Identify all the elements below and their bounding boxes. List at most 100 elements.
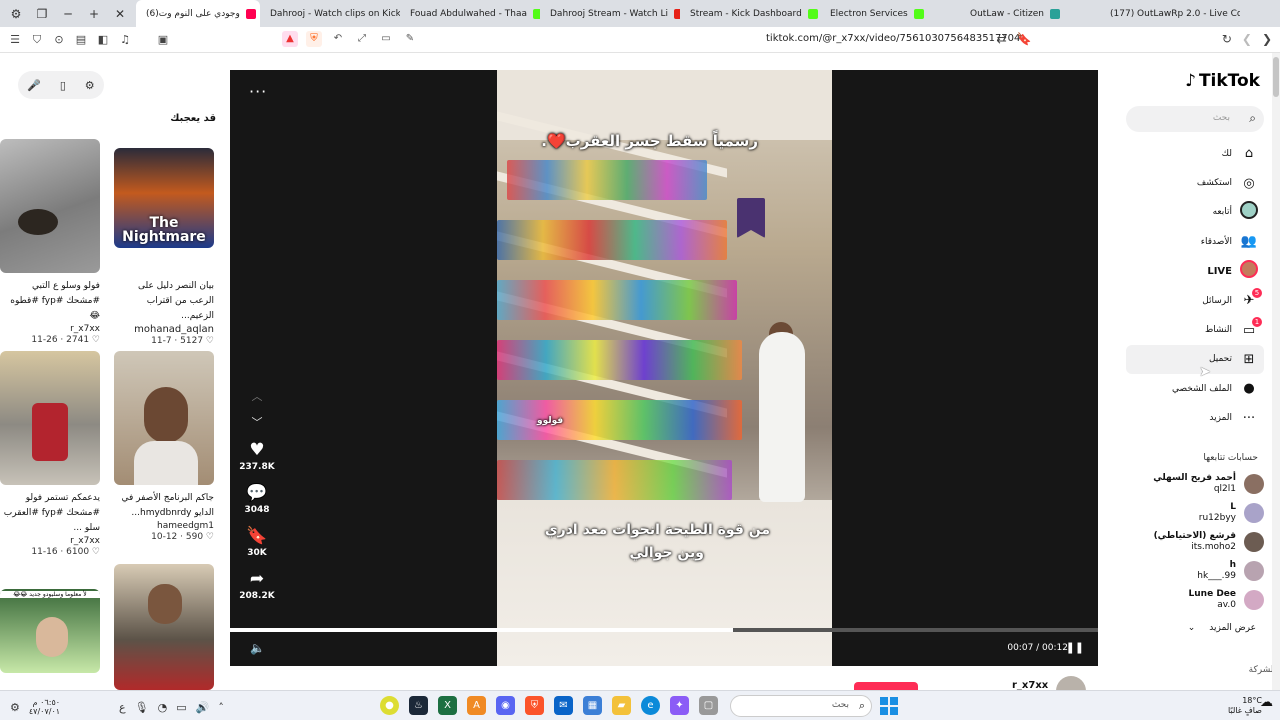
scrollbar[interactable] xyxy=(1272,53,1280,690)
discord-icon[interactable]: ◉ xyxy=(496,696,515,715)
extension-alert-icon[interactable]: ▲ xyxy=(282,31,298,47)
video-caption[interactable]: فولو وسلو ع التبي #مشحك #fyp #قطوه 😂 xyxy=(0,279,100,324)
chrome-icon[interactable]: ● xyxy=(380,696,399,715)
address-bar[interactable]: tiktok.com/@r_x7xx/video/756103075648351… xyxy=(766,33,1020,44)
video-progress-bar[interactable] xyxy=(230,628,1098,632)
scrollbar-thumb[interactable] xyxy=(1273,57,1279,97)
video-thumbnail[interactable] xyxy=(0,139,100,273)
mail-icon[interactable]: ✉ xyxy=(554,696,573,715)
translate-icon[interactable]: ⤢ xyxy=(354,31,370,47)
mic-icon[interactable]: 🎤 xyxy=(27,79,41,92)
video-thumbnail[interactable]: 😂😂 لأ معلوما وسليودو جديد xyxy=(0,589,100,673)
settings-icon[interactable]: ⚙ xyxy=(85,79,95,92)
browser-tab[interactable]: OutLaw - Citizen xyxy=(960,0,1100,27)
video-card[interactable]: The Nightmare بيان النصر دليل على الرعب … xyxy=(114,139,214,346)
video-player[interactable]: ··· رسمياً سقط جسر العقرب❤️. فولوو من قو… xyxy=(230,70,1098,666)
weather-widget[interactable]: 18°C صافٍ غالبًا xyxy=(1228,696,1262,716)
follow-button[interactable] xyxy=(854,682,918,690)
close-tab-icon[interactable]: ✕ xyxy=(110,7,130,21)
video-thumbnail[interactable] xyxy=(114,351,214,485)
sidebar-item-activity[interactable]: النشاط ▭ 1 xyxy=(1126,315,1264,344)
menu-icon[interactable]: ☰ xyxy=(8,33,22,47)
music-icon[interactable]: ♫ xyxy=(118,33,132,47)
video-frame[interactable]: رسمياً سقط جسر العقرب❤️. فولوو من قوة ال… xyxy=(497,70,832,666)
volume-icon[interactable]: 🔈 xyxy=(250,641,265,655)
reader-icon[interactable]: ▤ xyxy=(74,33,88,47)
screen-icon[interactable]: ▭ xyxy=(176,701,186,714)
video-card[interactable]: يدعمكم تستمر فولو #مشحك #fyp #العقرب سلو… xyxy=(0,351,100,557)
window-icon[interactable]: ▢ xyxy=(699,696,718,715)
chevron-up-icon[interactable]: ˄ xyxy=(218,701,224,714)
excel-icon[interactable]: X xyxy=(438,696,457,715)
brave-shield-icon[interactable]: ⛨ xyxy=(306,31,322,47)
video-thumbnail[interactable] xyxy=(114,564,214,690)
sidebar-item-more[interactable]: المزيد ··· xyxy=(1126,404,1264,433)
pause-icon[interactable]: ❚❚ xyxy=(1066,641,1084,654)
browser-tab[interactable]: (177) OutLawRp 2.0 - Live Comm xyxy=(1100,0,1240,27)
back-icon[interactable]: ↶ xyxy=(330,31,346,47)
video-author[interactable]: mohanad_aqlan xyxy=(114,324,214,335)
sidebar-item-profile[interactable]: الملف الشخصي ● xyxy=(1126,374,1264,403)
share-icon[interactable]: ⇄ xyxy=(997,32,1007,46)
phone-icon[interactable]: ▯ xyxy=(60,79,66,92)
search-icon[interactable]: ⌕ xyxy=(1249,111,1256,126)
video-card[interactable]: 😂😂 لأ معلوما وسليودو جديد xyxy=(0,589,100,673)
volume-icon[interactable]: 🔊 xyxy=(196,701,210,714)
copilot-icon[interactable]: ✦ xyxy=(670,696,689,715)
video-caption[interactable]: يدعمكم تستمر فولو #مشحك #fyp #العقرب سلو… xyxy=(0,491,100,536)
reload-icon[interactable]: ↻ xyxy=(1222,32,1232,46)
browser-tab[interactable]: Dahrooj - Watch clips on Kick xyxy=(260,0,400,27)
sidebar-icon[interactable]: ◧ xyxy=(96,33,110,47)
following-account[interactable]: Lune Dee av.0 xyxy=(1126,589,1264,611)
video-thumbnail[interactable]: The Nightmare xyxy=(114,148,214,248)
restore-icon[interactable]: ❐ xyxy=(32,7,52,21)
edge-icon[interactable]: e xyxy=(641,696,660,715)
steam-icon[interactable]: ♨ xyxy=(409,696,428,715)
previous-video-icon[interactable]: ︿ xyxy=(250,384,264,410)
more-options-icon[interactable]: ··· xyxy=(249,82,267,101)
browser-tab[interactable]: Dahrooj Stream - Watch Li xyxy=(540,0,680,27)
nav-forward-icon[interactable]: ❯ xyxy=(1262,32,1272,46)
screen-icon[interactable]: ▭ xyxy=(378,31,394,47)
start-button[interactable] xyxy=(880,697,898,715)
browser-tab[interactable]: Stream - Kick Dashboard xyxy=(680,0,820,27)
sidebar-item-home[interactable]: لك ⌂ xyxy=(1126,139,1264,168)
folder-icon[interactable]: ▰ xyxy=(612,696,631,715)
mic-icon[interactable]: 🎙 xyxy=(135,701,149,714)
browser-tab[interactable]: (6)وجودي على النوم وت xyxy=(136,0,260,27)
sidebar-item-messages[interactable]: الرسائل ✈ 5 xyxy=(1126,286,1264,315)
sidebar-item-upload[interactable]: تحميل ⊞ xyxy=(1126,344,1264,375)
sidebar-item-following-avatar[interactable]: أتابعه xyxy=(1126,198,1264,227)
video-card[interactable]: فولو وسلو ع التبي #مشحك #fyp #قطوه 😂 r_x… xyxy=(0,139,100,345)
following-account[interactable]: h hk___.99 xyxy=(1126,560,1264,582)
brave-icon[interactable]: ⛨ xyxy=(525,696,544,715)
following-account[interactable]: قرشع (الاحتياطي) its.moho2 xyxy=(1126,531,1264,553)
settings-icon[interactable]: ⚙ xyxy=(6,7,26,21)
video-caption[interactable]: بيان النصر دليل على الرعب من اقتراب الزع… xyxy=(114,279,214,324)
video-author[interactable]: hameedgm1 xyxy=(114,521,214,531)
video-caption[interactable]: جاكم البرنامج الأصفر في الدايو hmydbnrdy… xyxy=(114,491,214,521)
nav-back-icon[interactable]: ❮ xyxy=(1242,32,1252,46)
tiktok-logo[interactable]: ♪ TikTok xyxy=(1185,71,1260,91)
browser-tab[interactable]: Fouad Abdulwahed - Thaa xyxy=(400,0,540,27)
wifi-icon[interactable]: ◔ xyxy=(158,701,168,714)
like-button[interactable]: ♥ 237.8K xyxy=(239,440,274,472)
shield-icon[interactable]: ⛉ xyxy=(30,33,44,47)
wallet-icon[interactable]: ▣ xyxy=(156,33,170,47)
minimize-icon[interactable]: ─ xyxy=(58,7,78,21)
sidebar-item-live-avatar[interactable]: LIVE xyxy=(1126,257,1264,286)
store-icon[interactable]: ▦ xyxy=(583,696,602,715)
video-thumbnail[interactable] xyxy=(0,351,100,485)
video-author[interactable]: r_x7xx xyxy=(0,324,100,334)
see-more-button[interactable]: ⌄ عرض المزيد xyxy=(1126,623,1264,633)
bookmark-icon[interactable]: 🔖 xyxy=(1017,32,1032,46)
browser-tab[interactable]: Electron Services xyxy=(820,0,960,27)
comment-button[interactable]: 💬 3048 xyxy=(244,483,269,515)
new-tab-icon[interactable]: + xyxy=(84,7,104,21)
language-icon[interactable]: ع xyxy=(119,701,126,714)
video-card[interactable] xyxy=(114,564,214,690)
video-author[interactable]: r_x7xx xyxy=(0,536,100,546)
sidebar-item-friends[interactable]: الأصدقاء 👥 xyxy=(1126,227,1264,256)
search-input[interactable]: بحث ⌕ xyxy=(1126,106,1264,132)
settings-icon[interactable]: ⚙ xyxy=(10,701,20,714)
